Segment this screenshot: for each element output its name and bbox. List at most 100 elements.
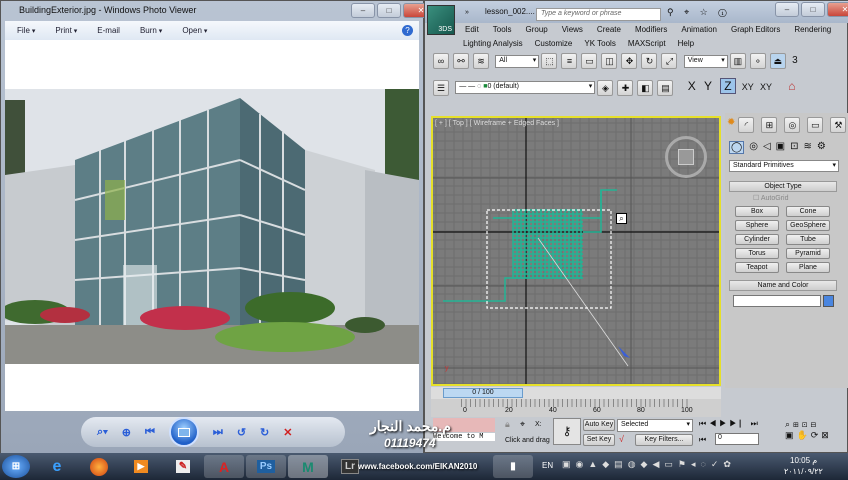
minimize-button[interactable]: – <box>775 2 799 17</box>
time-config-icon[interactable]: ⏮ <box>699 435 706 445</box>
category-dropdown[interactable]: Standard Primitives <box>729 160 839 172</box>
pyramid-button[interactable]: Pyramid <box>786 248 830 259</box>
application-button[interactable]: 3DS <box>427 5 455 35</box>
menu-help[interactable]: Help <box>678 39 694 48</box>
menu-print[interactable]: Print <box>55 26 77 35</box>
select-in-layer-icon[interactable]: ◧ <box>637 79 654 96</box>
menu-maxscript[interactable]: MAXScript <box>628 39 666 48</box>
infocenter-icons[interactable]: ⚲ ⌖ ☆ ⓘ <box>667 7 731 18</box>
clock-date[interactable]: ٢٠١١/٠٩/٢٢ <box>784 467 823 476</box>
axis-y-button[interactable]: Y <box>704 79 712 93</box>
isolate-icon[interactable]: ⌖ <box>520 419 525 430</box>
media-player-icon[interactable]: ▶ <box>126 455 156 478</box>
next-icon[interactable]: ⏭ <box>213 426 223 439</box>
previous-icon[interactable]: ⏮ <box>145 426 155 439</box>
torus-button[interactable]: Torus <box>735 248 779 259</box>
rectangle-selection-icon[interactable]: ▭ <box>581 53 598 69</box>
create-tab-icon[interactable]: ✹ <box>727 117 735 133</box>
zoom-icon[interactable]: ⌕▾ <box>97 426 108 439</box>
rotate-clockwise-icon[interactable]: ↻ <box>260 426 269 439</box>
object-color-swatch[interactable] <box>823 295 834 307</box>
link-icon[interactable]: ∞ <box>433 53 449 69</box>
menu-modifiers[interactable]: Modifiers <box>635 25 667 34</box>
teapot-button[interactable]: Teapot <box>735 262 779 273</box>
curve-icon[interactable]: √ <box>619 434 624 444</box>
object-name-input[interactable] <box>733 295 821 307</box>
set-current-layer-icon[interactable]: ▤ <box>657 79 674 96</box>
keyboard-shortcut-override-icon[interactable]: ⏏ <box>769 53 786 69</box>
cylinder-button[interactable]: Cylinder <box>735 234 779 245</box>
menu-group[interactable]: Group <box>525 25 547 34</box>
axis-xy-button[interactable]: XY <box>742 82 754 92</box>
geosphere-button[interactable]: GeoSphere <box>786 220 830 231</box>
snap-toggle[interactable]: 3 <box>792 55 798 66</box>
menu-open[interactable]: Open <box>182 26 207 35</box>
menu-edit[interactable]: Edit <box>465 25 479 34</box>
search-input[interactable]: Type a keyword or phrase <box>536 8 661 21</box>
app-icon[interactable]: ✎ <box>168 455 198 478</box>
menu-email[interactable]: E-mail <box>97 26 120 35</box>
extrude-icon[interactable]: ⌂ <box>788 79 795 93</box>
spacewarps-icon[interactable]: ≋ <box>803 141 811 154</box>
move-icon[interactable]: ✥ <box>621 53 638 69</box>
start-button[interactable]: ⊞ <box>2 455 30 478</box>
select-manipulate-icon[interactable]: ⚬ <box>749 53 766 69</box>
key-filters-button[interactable]: Key Filters... <box>635 434 693 446</box>
unlink-icon[interactable]: ⚯ <box>453 53 469 69</box>
axis-z-button[interactable]: Z <box>720 78 736 94</box>
viewcube[interactable] <box>665 136 707 178</box>
current-frame-input[interactable]: 0 <box>715 433 759 445</box>
set-key-button[interactable]: Set Key <box>583 434 615 446</box>
track-bar[interactable]: 0 20 40 60 80 100 <box>431 399 721 417</box>
clock-time[interactable]: 10:05 م <box>790 456 817 465</box>
box-button[interactable]: Box <box>735 206 779 217</box>
cone-button[interactable]: Cone <box>786 206 830 217</box>
bind-spacewarp-icon[interactable]: ≋ <box>473 53 489 69</box>
maximize-button[interactable]: □ <box>801 2 825 17</box>
rotate-counterclockwise-icon[interactable]: ↺ <box>237 426 246 439</box>
time-slider-track[interactable]: 0 / 100 <box>431 387 721 399</box>
menu-animation[interactable]: Animation <box>681 25 717 34</box>
add-to-layer-icon[interactable]: ✚ <box>617 79 634 96</box>
language-indicator[interactable]: EN <box>542 461 553 470</box>
lights-icon[interactable]: ◁ <box>763 141 771 154</box>
menu-yk-tools[interactable]: YK Tools <box>584 39 615 48</box>
viewport-top[interactable]: y [ + ] [ Top ] [ Wireframe + Edged Face… <box>431 116 721 386</box>
help-icon[interactable]: ? <box>402 25 413 36</box>
sphere-button[interactable]: Sphere <box>735 220 779 231</box>
object-type-rollout[interactable]: Object Type <box>729 181 837 192</box>
axis-xy-cycle-button[interactable]: XY <box>760 82 772 92</box>
layer-dropdown[interactable]: — — ◌ ■0 (default) <box>455 81 596 95</box>
create-layer-icon[interactable]: ◈ <box>597 79 614 96</box>
select-by-name-icon[interactable]: ≡ <box>561 53 578 69</box>
hierarchy-tab-icon[interactable]: ⊞ <box>761 117 778 133</box>
camera-app-icon[interactable]: ▮ <box>493 455 533 478</box>
minimize-button[interactable]: – <box>351 3 375 18</box>
reference-coordinate-dropdown[interactable]: View <box>683 54 728 68</box>
delete-icon[interactable]: ✕ <box>283 426 292 439</box>
close-button[interactable]: ✕ <box>827 2 848 17</box>
slideshow-button[interactable] <box>168 417 199 447</box>
time-slider[interactable]: 0 / 100 <box>443 388 523 398</box>
selection-filter-dropdown[interactable]: All <box>495 54 540 68</box>
3dsmax-taskbar-icon[interactable]: M <box>288 455 328 478</box>
menu-tools[interactable]: Tools <box>493 25 512 34</box>
menu-file[interactable]: File <box>17 26 35 35</box>
autogrid-checkbox[interactable]: ☐ AutoGrid <box>753 194 788 202</box>
key-mode-dropdown[interactable]: Selected <box>617 419 693 432</box>
tube-button[interactable]: Tube <box>786 234 830 245</box>
firefox-icon[interactable] <box>84 455 114 478</box>
rotate-icon[interactable]: ↻ <box>641 53 658 69</box>
menu-rendering[interactable]: Rendering <box>794 25 831 34</box>
display-tab-icon[interactable]: ▭ <box>807 117 824 133</box>
menu-views[interactable]: Views <box>562 25 583 34</box>
cameras-icon[interactable]: ▣ <box>776 141 785 154</box>
auto-key-button[interactable]: Auto Key <box>583 419 615 431</box>
shapes-icon[interactable]: ◎ <box>749 141 758 154</box>
actual-size-icon[interactable]: ⊕ <box>122 426 131 439</box>
viewport-navigation[interactable]: ⌕⊞⊡⊟ ▣✋⟳⊠ <box>785 419 832 441</box>
menu-customize[interactable]: Customize <box>535 39 573 48</box>
select-object-icon[interactable]: ⬚ <box>541 53 558 69</box>
playback-controls[interactable]: ⏮◀▶▶▏⏭ <box>699 419 761 429</box>
system-tray-icons[interactable]: ▣◉▲◆▤◍◆◀▭⚑◂◌✓✿ <box>562 459 736 470</box>
